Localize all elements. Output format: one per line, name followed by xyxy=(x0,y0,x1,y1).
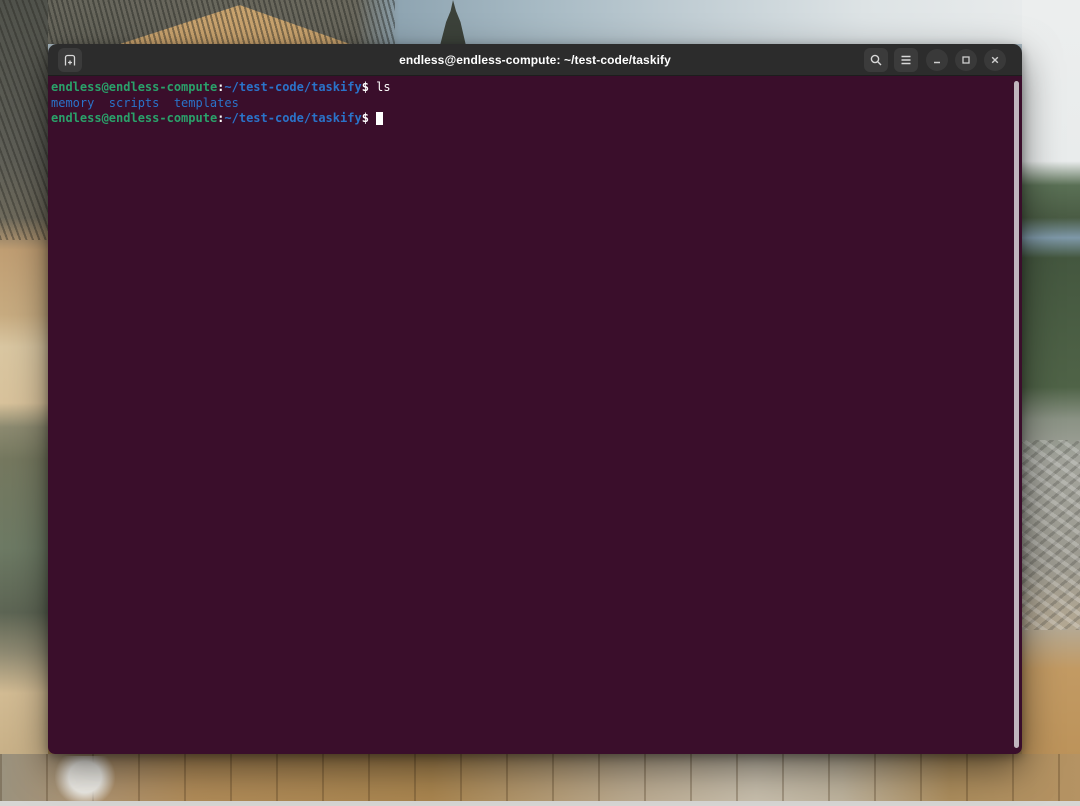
titlebar[interactable]: endless@endless-compute: ~/test-code/tas… xyxy=(48,44,1022,76)
dir-entry: templates xyxy=(174,96,239,110)
search-button[interactable] xyxy=(864,48,888,72)
minimize-icon xyxy=(931,54,943,66)
search-icon xyxy=(869,53,883,67)
wallpaper-stick-roof xyxy=(0,0,395,44)
prompt-dollar: $ xyxy=(362,80,369,94)
dir-entry: memory xyxy=(51,96,94,110)
wallpaper-left-sticks xyxy=(0,0,48,240)
menu-button[interactable] xyxy=(894,48,918,72)
close-button[interactable] xyxy=(984,49,1006,71)
maximize-button[interactable] xyxy=(955,49,977,71)
wallpaper-right-rocks xyxy=(1022,440,1080,630)
typed-command: ls xyxy=(376,80,390,94)
prompt-user-host: endless@endless-compute xyxy=(51,80,217,94)
prompt-user-host: endless@endless-compute xyxy=(51,111,217,125)
terminal-cursor xyxy=(376,112,383,125)
desktop-background: endless@endless-compute: ~/test-code/tas… xyxy=(0,0,1080,806)
prompt-path: ~/test-code/taskify xyxy=(224,111,361,125)
minimize-button[interactable] xyxy=(926,49,948,71)
terminal-prompt-line: endless@endless-compute:~/test-code/task… xyxy=(51,80,1019,96)
close-icon xyxy=(989,54,1001,66)
prompt-path: ~/test-code/taskify xyxy=(224,80,361,94)
wallpaper-plank-lines xyxy=(0,754,1080,806)
prompt-dollar: $ xyxy=(362,111,369,125)
terminal-screen[interactable]: endless@endless-compute:~/test-code/task… xyxy=(48,76,1022,754)
menu-icon xyxy=(899,53,913,67)
scrollbar[interactable] xyxy=(1014,81,1019,748)
terminal-output-line: memory scripts templates xyxy=(51,96,1019,112)
terminal-prompt-line: endless@endless-compute:~/test-code/task… xyxy=(51,111,1019,127)
screen-bottom-strip xyxy=(0,801,1080,806)
terminal-window: endless@endless-compute: ~/test-code/tas… xyxy=(48,44,1022,754)
wallpaper-white-object xyxy=(55,756,115,806)
dir-entry: scripts xyxy=(109,96,160,110)
wallpaper-right-forest xyxy=(1022,0,1080,806)
maximize-icon xyxy=(960,54,972,66)
